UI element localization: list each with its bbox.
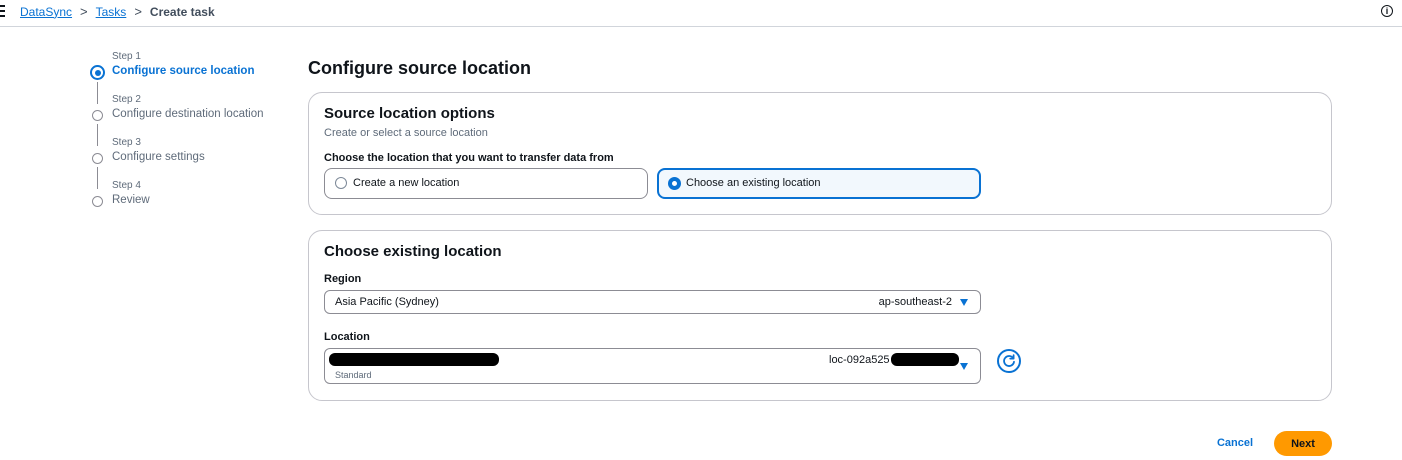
region-select[interactable]: Asia Pacific (Sydney) ap-southeast-2 xyxy=(324,290,981,314)
step-title: Configure source location xyxy=(112,65,255,77)
location-id: loc-092a525 xyxy=(829,354,890,366)
step-connector xyxy=(97,124,98,146)
breadcrumb-separator-icon: > xyxy=(134,4,142,19)
region-value: Asia Pacific (Sydney) xyxy=(335,296,439,308)
radio-checked-icon[interactable] xyxy=(668,177,681,190)
step-indicator-icon xyxy=(92,110,103,121)
region-label: Region xyxy=(324,273,362,285)
step-number: Step 4 xyxy=(112,180,141,191)
breadcrumb-tasks[interactable]: Tasks xyxy=(96,5,127,19)
top-bar: DataSync > Tasks > Create task i xyxy=(0,0,1402,27)
page-title: Configure source location xyxy=(308,58,532,78)
source-location-options-panel: Source location options Create or select… xyxy=(308,92,1332,215)
step-indicator-icon xyxy=(92,153,103,164)
panel-title: Choose existing location xyxy=(324,243,502,260)
location-label: Location xyxy=(324,331,370,343)
location-select[interactable]: loc-092a525 Standard xyxy=(324,348,981,384)
breadcrumb-separator-icon: > xyxy=(80,4,88,19)
step-title: Configure settings xyxy=(112,151,205,163)
breadcrumb-current: Create task xyxy=(149,4,215,19)
step-connector xyxy=(97,82,98,104)
location-choice-label: Choose the location that you want to tra… xyxy=(324,152,614,164)
redacted-location-id xyxy=(891,353,959,366)
breadcrumb-datasync[interactable]: DataSync xyxy=(20,5,72,19)
radio-unchecked-icon[interactable] xyxy=(335,177,347,189)
step-active-indicator-icon xyxy=(90,65,105,80)
step-number: Step 1 xyxy=(112,51,141,62)
refresh-icon xyxy=(1003,354,1015,367)
option-label: Create a new location xyxy=(353,177,460,189)
panel-description: Create or select a source location xyxy=(324,127,488,139)
breadcrumb: DataSync > Tasks > Create task xyxy=(20,4,215,19)
option-label: Choose an existing location xyxy=(686,177,821,189)
cancel-button[interactable]: Cancel xyxy=(1210,433,1260,453)
refresh-button[interactable] xyxy=(997,349,1021,373)
menu-icon[interactable] xyxy=(0,5,5,17)
caret-down-icon xyxy=(960,363,968,370)
step-title: Review xyxy=(112,194,150,206)
step-title: Configure destination location xyxy=(112,108,264,120)
region-code: ap-southeast-2 xyxy=(878,296,952,308)
panel-title: Source location options xyxy=(324,105,495,122)
location-storage-class: Standard xyxy=(335,370,372,380)
redacted-location-name xyxy=(329,353,499,366)
info-icon[interactable]: i xyxy=(1381,5,1393,17)
step-indicator-icon xyxy=(92,196,103,207)
step-number: Step 3 xyxy=(112,137,141,148)
choose-existing-location-panel: Choose existing location Region Asia Pac… xyxy=(308,230,1332,401)
next-button[interactable]: Next xyxy=(1274,431,1332,456)
step-connector xyxy=(97,167,98,189)
step-number: Step 2 xyxy=(112,94,141,105)
caret-down-icon xyxy=(960,299,968,306)
choose-existing-location-option[interactable]: Choose an existing location xyxy=(657,168,981,199)
create-new-location-option[interactable]: Create a new location xyxy=(324,168,648,199)
